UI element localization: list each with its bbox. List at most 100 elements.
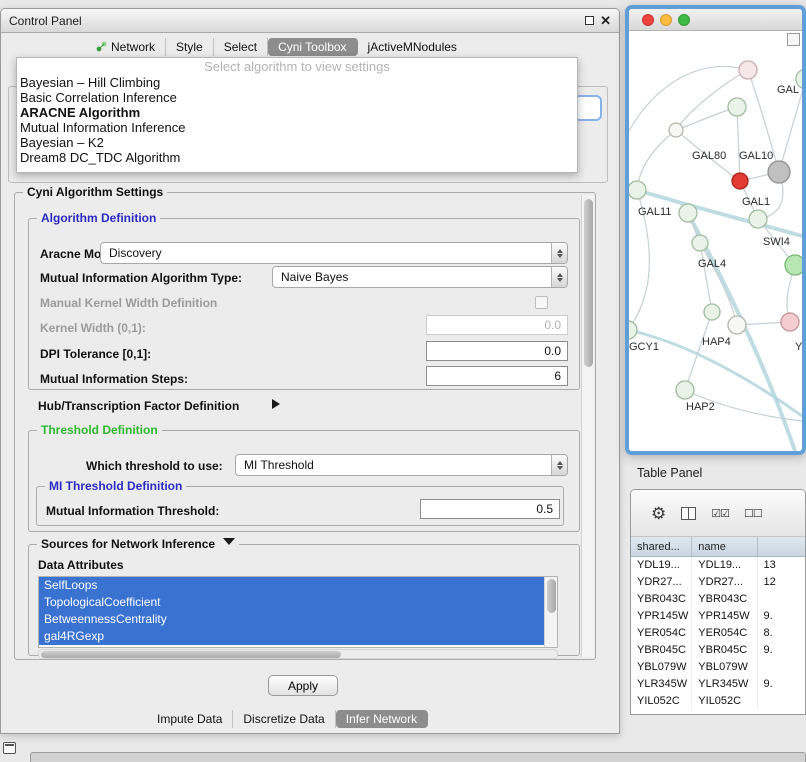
algorithm-definition-title: Algorithm Definition: [37, 211, 160, 225]
column-header-extra[interactable]: [758, 537, 805, 556]
network-node[interactable]: [692, 235, 708, 251]
mi-type-select[interactable]: Naive Bayes: [272, 266, 568, 288]
sources-group-title: Sources for Network Inference: [41, 537, 215, 551]
cell: [758, 659, 805, 676]
network-node[interactable]: [629, 181, 646, 199]
manual-kernel-checkbox[interactable]: [535, 296, 548, 309]
select-all-checkboxes-icon[interactable]: ☑☑: [711, 507, 729, 520]
network-node[interactable]: [785, 255, 802, 275]
settings-scrollbar[interactable]: [581, 195, 594, 657]
dropdown-item[interactable]: Mutual Information Inference: [17, 120, 577, 135]
tab-style[interactable]: Style: [166, 38, 214, 56]
mi-steps-input[interactable]: 6: [426, 366, 568, 386]
which-threshold-select[interactable]: MI Threshold: [235, 454, 568, 476]
table-panel-title: Table Panel: [637, 466, 702, 480]
table-row[interactable]: YBR043CYBR043C: [631, 591, 805, 608]
cell: YBR045C: [692, 642, 757, 659]
cell: YLR345W: [631, 676, 692, 693]
table-row[interactable]: YIL052CYIL052C: [631, 693, 805, 710]
network-window-titlebar[interactable]: [629, 9, 802, 31]
tab-discretize-data[interactable]: Discretize Data: [233, 710, 335, 728]
float-window-icon[interactable]: [585, 16, 594, 25]
attributes-scrollbar[interactable]: [544, 577, 557, 647]
table-row[interactable]: YER054CYER054C8.: [631, 625, 805, 642]
control-panel-titlebar[interactable]: Control Panel ✕: [1, 9, 619, 33]
network-node[interactable]: [781, 313, 799, 331]
tab-network[interactable]: Network: [86, 38, 166, 56]
data-attributes-label: Data Attributes: [38, 558, 124, 572]
attribute-item-selected[interactable]: SelfLoops: [39, 577, 545, 594]
chevron-up-down-icon: [551, 455, 567, 475]
network-node[interactable]: [679, 204, 697, 222]
tab-impute-data[interactable]: Impute Data: [147, 710, 233, 728]
network-node[interactable]: [728, 316, 746, 334]
network-node[interactable]: [739, 61, 757, 79]
close-icon[interactable]: ✕: [600, 14, 611, 27]
dpi-tolerance-input[interactable]: 0.0: [426, 341, 568, 361]
table-row[interactable]: YBR045CYBR045C9.: [631, 642, 805, 659]
attribute-item-selected[interactable]: gal4RGexp: [39, 628, 545, 645]
apply-button[interactable]: Apply: [268, 675, 338, 696]
column-header-name[interactable]: name: [692, 537, 757, 556]
network-node[interactable]: [669, 123, 683, 137]
network-canvas[interactable]: GAL GAL80 GAL10 GAL11 GAL1 SWI4 GAL4 GCY…: [629, 31, 802, 451]
table-panel-window: ⚙ ☑☑ ☐☐ shared... name YDL19...YDL19...1…: [630, 489, 806, 715]
dropdown-item-selected[interactable]: ARACNE Algorithm: [17, 105, 577, 120]
attributes-hscrollbar-thumb[interactable]: [41, 651, 341, 658]
dropdown-item[interactable]: Bayesian – Hill Climbing: [17, 75, 577, 90]
tab-infer-network[interactable]: Infer Network: [336, 710, 428, 728]
table-row[interactable]: YPR145WYPR145W9.: [631, 608, 805, 625]
network-graph: GAL GAL80 GAL10 GAL11 GAL1 SWI4 GAL4 GCY…: [629, 31, 802, 451]
node-label: GAL4: [698, 258, 726, 270]
attribute-item-selected[interactable]: BetweennessCentrality: [39, 611, 545, 628]
minimize-traffic-light[interactable]: [660, 14, 672, 26]
node-label: HAP4: [702, 336, 731, 348]
network-node[interactable]: [749, 210, 767, 228]
tab-select[interactable]: Select: [214, 38, 268, 56]
table-row[interactable]: YDL19...YDL19...13: [631, 557, 805, 574]
table-row[interactable]: YDR27...YDR27...12: [631, 574, 805, 591]
panel-dock-icon[interactable]: [3, 742, 16, 754]
network-node[interactable]: [728, 98, 746, 116]
desktop: Control Panel ✕ Network Style Select Cyn…: [0, 0, 806, 762]
network-node[interactable]: [629, 321, 637, 339]
deselect-all-checkboxes-icon[interactable]: ☐☐: [744, 507, 762, 520]
collapse-down-icon[interactable]: [223, 538, 235, 551]
attributes-scrollbar-thumb[interactable]: [547, 579, 556, 613]
control-panel-tabs: Network Style Select Cyni Toolbox jActiv…: [86, 36, 467, 57]
network-overview-toggle[interactable]: [787, 33, 800, 46]
table-row[interactable]: YBL079WYBL079W: [631, 659, 805, 676]
table-body: YDL19...YDL19...13 YDR27...YDR27...12 YB…: [631, 557, 805, 710]
attribute-item-selected[interactable]: TopologicalCoefficient: [39, 594, 545, 611]
network-node-gal10[interactable]: [768, 161, 790, 183]
chevron-up-down-icon: [551, 267, 567, 287]
node-label: GAL80: [692, 150, 726, 162]
expand-right-icon[interactable]: [272, 399, 285, 409]
network-node[interactable]: [704, 304, 720, 320]
zoom-traffic-light[interactable]: [678, 14, 690, 26]
aracne-mode-select[interactable]: Discovery: [100, 242, 568, 264]
cell: YER054C: [692, 625, 757, 642]
network-node[interactable]: [676, 381, 694, 399]
mi-threshold-input[interactable]: 0.5: [420, 499, 560, 519]
node-label: HAP2: [686, 401, 715, 413]
which-threshold-value: MI Threshold: [236, 458, 551, 472]
show-columns-icon[interactable]: [681, 507, 696, 520]
close-traffic-light[interactable]: [642, 14, 654, 26]
tab-jactivemnodules[interactable]: jActiveMNodules: [358, 38, 467, 56]
attributes-hscrollbar[interactable]: [38, 649, 558, 659]
data-attributes-list[interactable]: SelfLoops TopologicalCoefficient Between…: [38, 576, 558, 648]
algorithm-selector-combo-fragment[interactable]: [574, 95, 602, 121]
dropdown-item[interactable]: Basic Correlation Inference: [17, 90, 577, 105]
settings-scrollbar-thumb[interactable]: [584, 199, 593, 367]
table-row[interactable]: YLR345WYLR345W9.: [631, 676, 805, 693]
tab-cyni-toolbox[interactable]: Cyni Toolbox: [268, 38, 357, 56]
network-node-selected-red[interactable]: [732, 173, 748, 189]
dropdown-item[interactable]: Bayesian – K2: [17, 135, 577, 150]
gear-icon[interactable]: ⚙: [651, 505, 666, 522]
bottom-window-edge[interactable]: [30, 752, 806, 762]
dropdown-item[interactable]: Dream8 DC_TDC Algorithm: [17, 150, 577, 165]
tab-infer-network-label: Infer Network: [346, 712, 417, 726]
mi-type-value: Naive Bayes: [273, 270, 551, 284]
column-header-shared-name[interactable]: shared...: [631, 537, 692, 556]
